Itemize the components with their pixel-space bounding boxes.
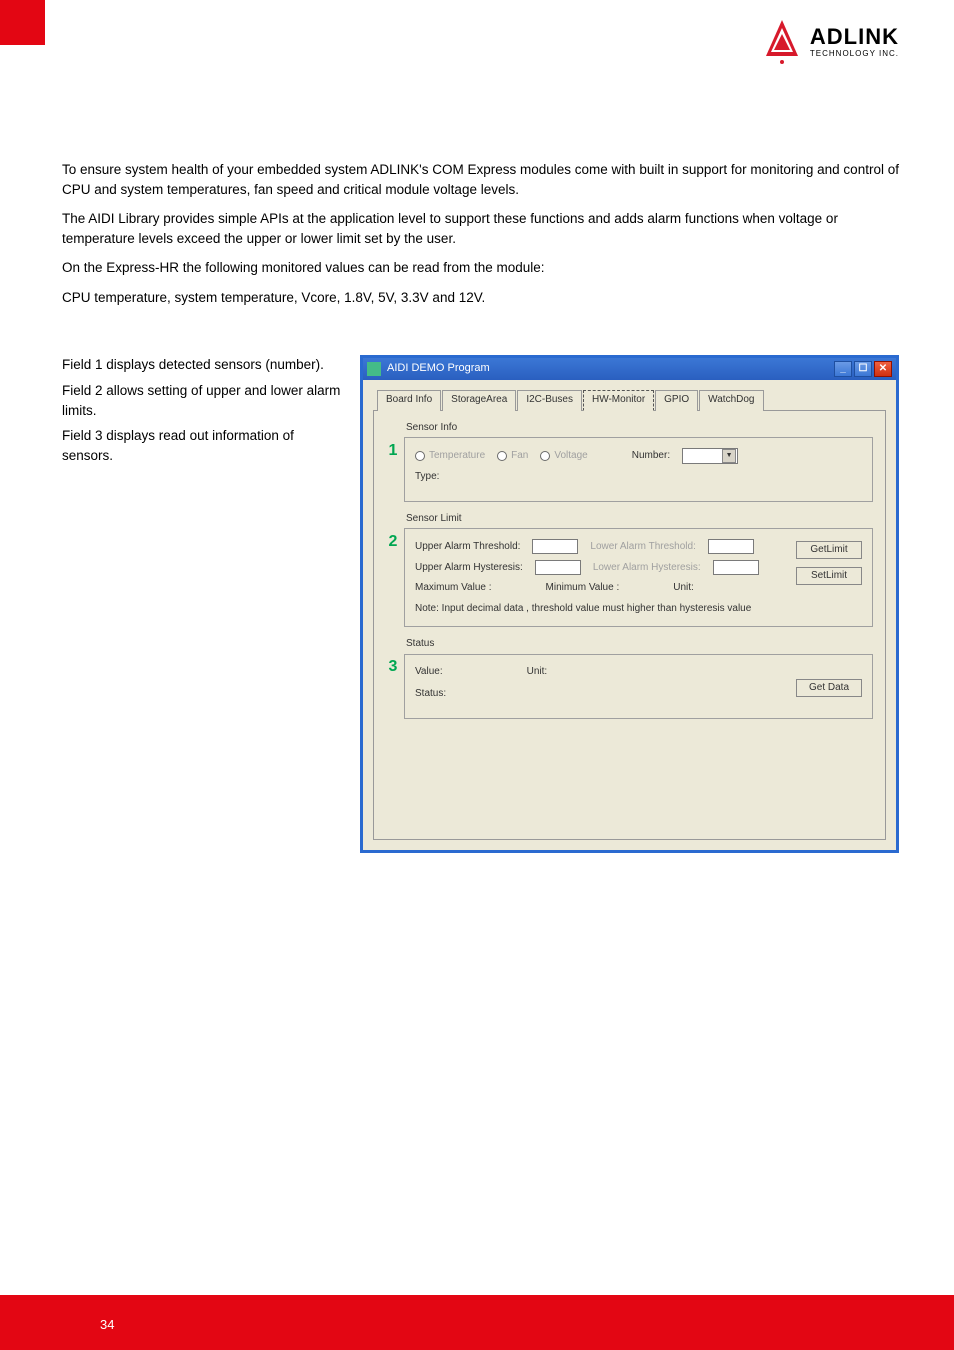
upper-threshold-input[interactable] xyxy=(532,539,578,554)
tab-board-info[interactable]: Board Info xyxy=(377,390,441,411)
maximize-button[interactable]: ☐ xyxy=(854,361,872,377)
close-button[interactable]: ✕ xyxy=(874,361,892,377)
lower-hysteresis-input[interactable] xyxy=(713,560,759,575)
group-sensor-info: Temperature Fan Voltage Number: ▼ Type: xyxy=(404,437,873,502)
group-sensor-limit: GetLimit SetLimit Upper Alarm Threshold:… xyxy=(404,528,873,627)
chevron-down-icon: ▼ xyxy=(722,449,736,463)
field-descriptions: Field 1 displays detected sensors (numbe… xyxy=(62,355,342,853)
limit-note: Note: Input decimal data , threshold val… xyxy=(415,602,782,617)
tab-hw-monitor[interactable]: HW-Monitor xyxy=(583,390,654,411)
callout-3: 3 xyxy=(386,655,400,678)
status-value-label: Value: xyxy=(415,665,443,680)
radio-fan[interactable]: Fan xyxy=(497,449,528,464)
body-paragraph-3: On the Express-HR the following monitore… xyxy=(62,258,899,278)
app-window: AIDI DEMO Program _ ☐ ✕ Board Info Stora… xyxy=(360,355,899,853)
lower-threshold-label: Lower Alarm Threshold: xyxy=(590,540,695,555)
page-content: To ensure system health of your embedded… xyxy=(62,160,899,853)
lower-threshold-input[interactable] xyxy=(708,539,754,554)
set-limit-button[interactable]: SetLimit xyxy=(796,567,862,585)
field-3-desc: Field 3 displays read out information of… xyxy=(62,426,342,465)
status-unit-label: Unit: xyxy=(527,665,548,680)
upper-hysteresis-label: Upper Alarm Hysteresis: xyxy=(415,561,523,576)
field-2-desc: Field 2 allows setting of upper and lowe… xyxy=(62,381,342,420)
upper-threshold-label: Upper Alarm Threshold: xyxy=(415,540,520,555)
minimize-button[interactable]: _ xyxy=(834,361,852,377)
logo-text-line1: ADLINK xyxy=(810,26,899,48)
get-data-button[interactable]: Get Data xyxy=(796,679,862,697)
tab-gpio[interactable]: GPIO xyxy=(655,390,698,411)
logo: ADLINK TECHNOLOGY INC. xyxy=(762,18,899,66)
group-sensor-info-label: Sensor Info xyxy=(406,421,873,436)
lower-hysteresis-label: Lower Alarm Hysteresis: xyxy=(593,561,701,576)
logo-text-line2: TECHNOLOGY INC. xyxy=(810,50,899,58)
logo-mark-icon xyxy=(762,18,802,66)
group-status-label: Status xyxy=(406,637,873,652)
tab-strip: Board Info StorageArea I2C-Buses HW-Moni… xyxy=(363,380,896,411)
group-sensor-limit-label: Sensor Limit xyxy=(406,512,873,527)
window-titlebar[interactable]: AIDI DEMO Program _ ☐ ✕ xyxy=(363,358,896,380)
body-paragraph-4: CPU temperature, system temperature, Vco… xyxy=(62,288,899,308)
upper-hysteresis-input[interactable] xyxy=(535,560,581,575)
min-value-label: Minimum Value : xyxy=(546,581,620,596)
callout-2: 2 xyxy=(386,530,400,553)
red-corner-stripe xyxy=(0,0,45,45)
radio-temperature[interactable]: Temperature xyxy=(415,449,485,464)
field-1-desc: Field 1 displays detected sensors (numbe… xyxy=(62,355,342,375)
radio-voltage[interactable]: Voltage xyxy=(540,449,587,464)
tab-storage-area[interactable]: StorageArea xyxy=(442,390,516,411)
status-status-label: Status: xyxy=(415,687,446,702)
group-status: Get Data Value: Unit: Status: xyxy=(404,654,873,719)
footer-bar: 34 xyxy=(0,1295,954,1350)
type-label: Type: xyxy=(415,470,439,485)
body-paragraph-1: To ensure system health of your embedded… xyxy=(62,160,899,199)
tab-panel: 1 Sensor Info Temperature Fan Voltage Nu… xyxy=(373,410,886,840)
tab-watchdog[interactable]: WatchDog xyxy=(699,390,763,411)
window-title: AIDI DEMO Program xyxy=(387,361,834,377)
get-limit-button[interactable]: GetLimit xyxy=(796,541,862,559)
body-paragraph-2: The AIDI Library provides simple APIs at… xyxy=(62,209,899,248)
page-number: 34 xyxy=(100,1317,114,1332)
number-dropdown[interactable]: ▼ xyxy=(682,448,738,464)
max-value-label: Maximum Value : xyxy=(415,581,492,596)
limit-unit-label: Unit: xyxy=(673,581,694,596)
tab-i2c-buses[interactable]: I2C-Buses xyxy=(517,390,582,411)
number-label: Number: xyxy=(632,449,670,464)
callout-1: 1 xyxy=(386,439,400,462)
app-icon xyxy=(367,362,381,376)
